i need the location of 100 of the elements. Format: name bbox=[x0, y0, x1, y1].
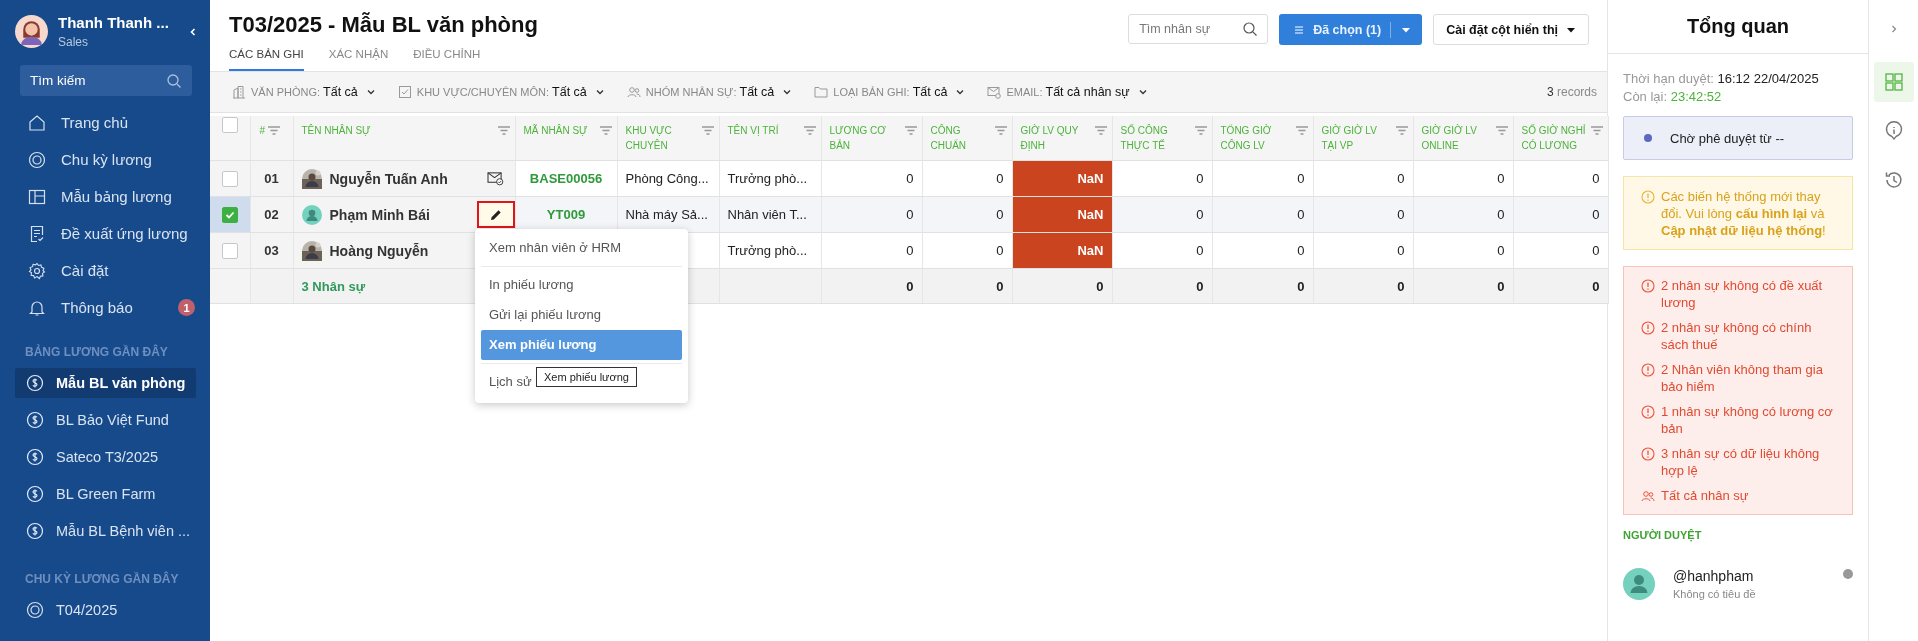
recent-item[interactable]: T04/2025 bbox=[15, 595, 196, 625]
nav-item[interactable]: Cài đặt bbox=[0, 252, 210, 289]
reviewer-subtitle: Không có tiêu đề bbox=[1673, 588, 1757, 600]
nav-item[interactable]: Mẫu bảng lương bbox=[0, 178, 210, 215]
filter-dropdown[interactable]: EMAIL: Tất cả nhân sự bbox=[987, 85, 1148, 99]
target-icon bbox=[28, 150, 46, 169]
tab[interactable]: ĐIỀU CHỈNH bbox=[413, 48, 481, 71]
filter-icon[interactable] bbox=[267, 124, 282, 138]
table-cell: 0 bbox=[922, 160, 1012, 197]
deadline-label: Thời hạn duyệt: bbox=[1623, 71, 1714, 86]
user-role: Sales bbox=[58, 35, 90, 49]
table-cell: 0 bbox=[821, 196, 922, 233]
filter-icon[interactable] bbox=[1589, 124, 1604, 138]
all-employees-link[interactable]: Tất cả nhân sự bbox=[1661, 487, 1749, 504]
avatar-icon bbox=[15, 15, 48, 48]
filter-icon[interactable] bbox=[1193, 124, 1208, 138]
table-cell: 0 bbox=[1313, 232, 1413, 269]
nav-item[interactable]: Chu kỳ lương bbox=[0, 141, 210, 178]
column-header: # bbox=[259, 124, 266, 138]
folder-icon bbox=[814, 85, 829, 99]
filter-dropdown[interactable]: KHU VỰC/CHUYÊN MÔN: Tất cả bbox=[397, 85, 605, 99]
checkbox[interactable] bbox=[221, 116, 238, 133]
checkbox[interactable] bbox=[221, 170, 238, 187]
filter-icon[interactable] bbox=[1494, 124, 1509, 138]
target-icon bbox=[26, 601, 44, 619]
building-icon bbox=[232, 85, 246, 99]
column-header: GIỜ LV QUY ĐỊNH bbox=[1020, 123, 1080, 153]
column-header: TÊN NHÂN SỰ bbox=[301, 123, 371, 138]
recent-item[interactable]: Mẫu BL Bệnh viên ... bbox=[15, 516, 196, 546]
nav-item[interactable]: Thông báo 1 bbox=[0, 289, 210, 326]
collapse-icon[interactable] bbox=[188, 26, 198, 37]
filter-icon[interactable] bbox=[903, 124, 918, 138]
table-cell: 0 bbox=[1413, 160, 1513, 197]
dollar-icon bbox=[26, 448, 44, 466]
mail-icon bbox=[987, 85, 1002, 99]
recent-item[interactable]: Mẫu BL văn phòng bbox=[15, 368, 196, 398]
total-cell: 0 bbox=[1212, 268, 1313, 304]
filter-icon[interactable] bbox=[496, 124, 511, 138]
checkbox[interactable] bbox=[221, 206, 238, 223]
table-cell: 0 bbox=[1212, 196, 1313, 233]
table-cell: 0 bbox=[1112, 232, 1212, 269]
info-icon bbox=[1883, 121, 1904, 141]
filter-dropdown[interactable]: LOẠI BẢN GHI: Tất cả bbox=[814, 85, 966, 99]
edit-button[interactable] bbox=[476, 201, 514, 228]
recent-item[interactable]: BL Green Farm bbox=[15, 479, 196, 509]
people-icon bbox=[1641, 489, 1655, 503]
error-cell: NaN bbox=[1012, 232, 1112, 269]
section-title: NGƯỜI DUYỆT bbox=[1623, 529, 1703, 541]
chevron-down-icon bbox=[365, 87, 376, 97]
dollar-icon bbox=[26, 411, 44, 429]
search-field[interactable]: Tìm kiếm bbox=[20, 65, 192, 96]
checkbox-icon bbox=[397, 85, 412, 99]
filter-icon[interactable] bbox=[700, 124, 715, 138]
table-cell: 0 bbox=[1513, 232, 1608, 269]
table-cell: 0 bbox=[1513, 196, 1608, 233]
nav-item[interactable]: Đề xuất ứng lương bbox=[0, 215, 210, 252]
total-cell: 0 bbox=[922, 268, 1012, 304]
alert-icon bbox=[1641, 447, 1655, 461]
total-cell: 0 bbox=[1112, 268, 1212, 304]
chevron-down-icon bbox=[782, 87, 793, 97]
filter-icon[interactable] bbox=[1093, 124, 1108, 138]
tab[interactable]: XÁC NHẬN bbox=[328, 48, 389, 71]
table-cell: Trưởng phò... bbox=[719, 232, 821, 269]
filter-icon[interactable] bbox=[993, 124, 1008, 138]
home-icon bbox=[28, 113, 46, 132]
total-cell: 0 bbox=[1313, 268, 1413, 304]
page-title: T03/2025 - Mẫu BL văn phòng bbox=[229, 12, 538, 38]
issue-text: 2 nhân sự không có đề xuất lương bbox=[1661, 277, 1824, 311]
table-cell: 0 bbox=[1413, 232, 1513, 269]
filter-icon[interactable] bbox=[1294, 124, 1309, 138]
issue-text: 2 Nhân viên không tham gia bảo hiểm bbox=[1661, 361, 1824, 395]
rail-button[interactable] bbox=[1873, 62, 1914, 102]
table-cell: 0 bbox=[821, 160, 922, 197]
deadline-value: 16:12 22/04/2025 bbox=[1717, 71, 1819, 86]
filter-dropdown[interactable]: NHÓM NHÂN SỰ: Tất cả bbox=[626, 85, 793, 99]
selected-button[interactable]: Đã chọn (1) bbox=[1279, 14, 1423, 45]
selected-label: Đã chọn (1) bbox=[1313, 22, 1382, 37]
recent-item[interactable]: BL Bảo Việt Fund bbox=[15, 405, 196, 435]
filter-icon[interactable] bbox=[802, 124, 817, 138]
people-icon bbox=[626, 85, 641, 99]
filter-dropdown[interactable]: VĂN PHÒNG: Tất cả bbox=[232, 85, 376, 99]
nav-item[interactable]: Trang chủ bbox=[0, 104, 210, 141]
table-cell: 0 bbox=[1513, 160, 1608, 197]
column-settings-button[interactable]: Cài đặt cột hiển thị bbox=[1433, 14, 1589, 45]
checkbox[interactable] bbox=[221, 242, 238, 259]
total-cell: 0 bbox=[1413, 268, 1513, 304]
table-cell: Nhân viên T... bbox=[719, 196, 821, 233]
recent-item[interactable]: Sateco T3/2025 bbox=[15, 442, 196, 472]
employee-code[interactable]: BASE00056 bbox=[515, 160, 617, 197]
table-cell: 0 bbox=[1212, 160, 1313, 197]
search-field[interactable]: Tìm nhân sự bbox=[1128, 14, 1269, 44]
menu-item[interactable]: Xem nhân viên ở HRM bbox=[481, 233, 630, 263]
filter-icon[interactable] bbox=[598, 124, 613, 138]
search-icon bbox=[1242, 21, 1259, 37]
remaining-value: 23:42:52 bbox=[1670, 89, 1722, 104]
table-cell: 02 bbox=[250, 196, 293, 233]
avatar-icon bbox=[1623, 568, 1655, 600]
column-header: GIỜ GIỜ LV TẠI VP bbox=[1321, 123, 1378, 153]
filter-icon[interactable] bbox=[1394, 124, 1409, 138]
section-title: CHU KỲ LƯƠNG GẦN ĐÂY bbox=[24, 570, 180, 588]
